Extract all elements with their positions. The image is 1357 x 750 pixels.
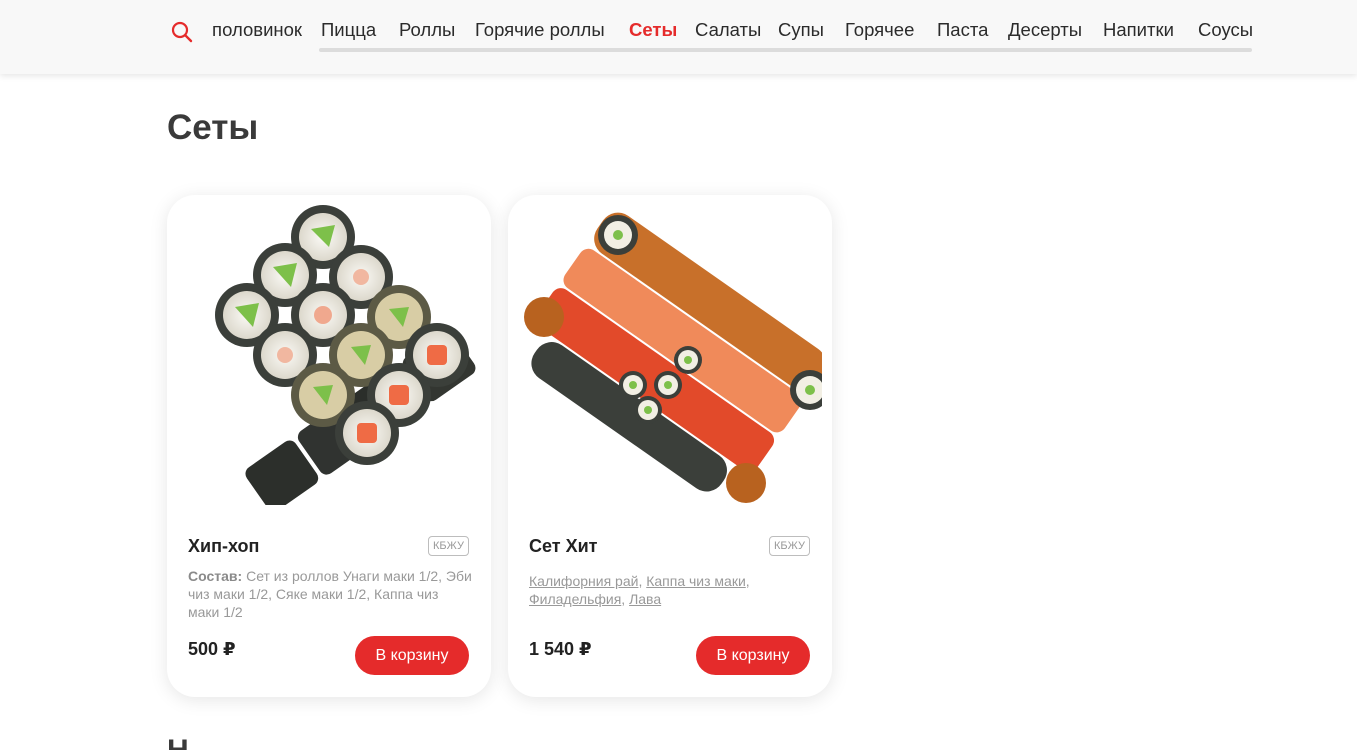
add-to-cart-button[interactable]: В корзину [696,636,810,675]
nav-item-hot[interactable]: Горячее [845,19,914,41]
nav-scrollbar[interactable] [319,48,1252,52]
kbju-button[interactable]: КБЖУ [427,536,469,556]
product-name[interactable]: Хип-хоп [188,536,259,557]
description-label: Состав: [188,568,243,584]
product-image[interactable] [518,205,830,505]
nav-item-salads[interactable]: Салаты [695,19,761,41]
add-to-cart-button[interactable]: В корзину [355,636,469,675]
ingredient-link[interactable]: Калифорния рай [529,573,638,589]
nav-item-sauces[interactable]: Соусы [1198,19,1253,41]
next-section-heading: Н [167,736,197,750]
ingredient-link[interactable]: Филадельфия [529,591,621,607]
nav-item-pasta[interactable]: Паста [937,19,988,41]
product-description: Состав: Сет из роллов Унаги маки 1/2, Эб… [188,567,473,621]
ingredient-link[interactable]: Каппа чиз маки [646,573,746,589]
nav-item-soups[interactable]: Супы [778,19,824,41]
top-navigation: половинок Пицца Роллы Горячие роллы Сеты… [0,0,1357,74]
product-price: 1 540 ₽ [529,639,592,659]
page-title: Сеты [167,108,259,147]
product-image[interactable] [177,205,481,512]
ingredient-link[interactable]: Лава [629,591,661,607]
nav-item-label[interactable]: половинок [212,19,302,41]
product-card: Сет Хит КБЖУ Калифорния рай, Каппа чиз м… [508,195,832,697]
product-name[interactable]: Сет Хит [529,536,597,557]
nav-item-sets[interactable]: Сеты [629,19,677,41]
nav-item-hot-rolls[interactable]: Горячие роллы [475,19,605,41]
product-ingredients: Калифорния рай, Каппа чиз маки, Филадель… [529,573,750,607]
nav-item-rolls[interactable]: Роллы [399,19,455,41]
nav-item-drinks[interactable]: Напитки [1103,19,1174,41]
nav-item-desserts[interactable]: Десерты [1008,19,1082,41]
nav-item-pizza[interactable]: Пицца [321,19,376,41]
nav-item-partial[interactable]: половинок [210,19,302,45]
product-card: Хип-хоп КБЖУ Состав: Сет из роллов Унаги… [167,195,491,697]
product-price: 500 ₽ [188,639,236,659]
search-icon[interactable] [170,20,194,44]
kbju-button[interactable]: КБЖУ [768,536,810,556]
